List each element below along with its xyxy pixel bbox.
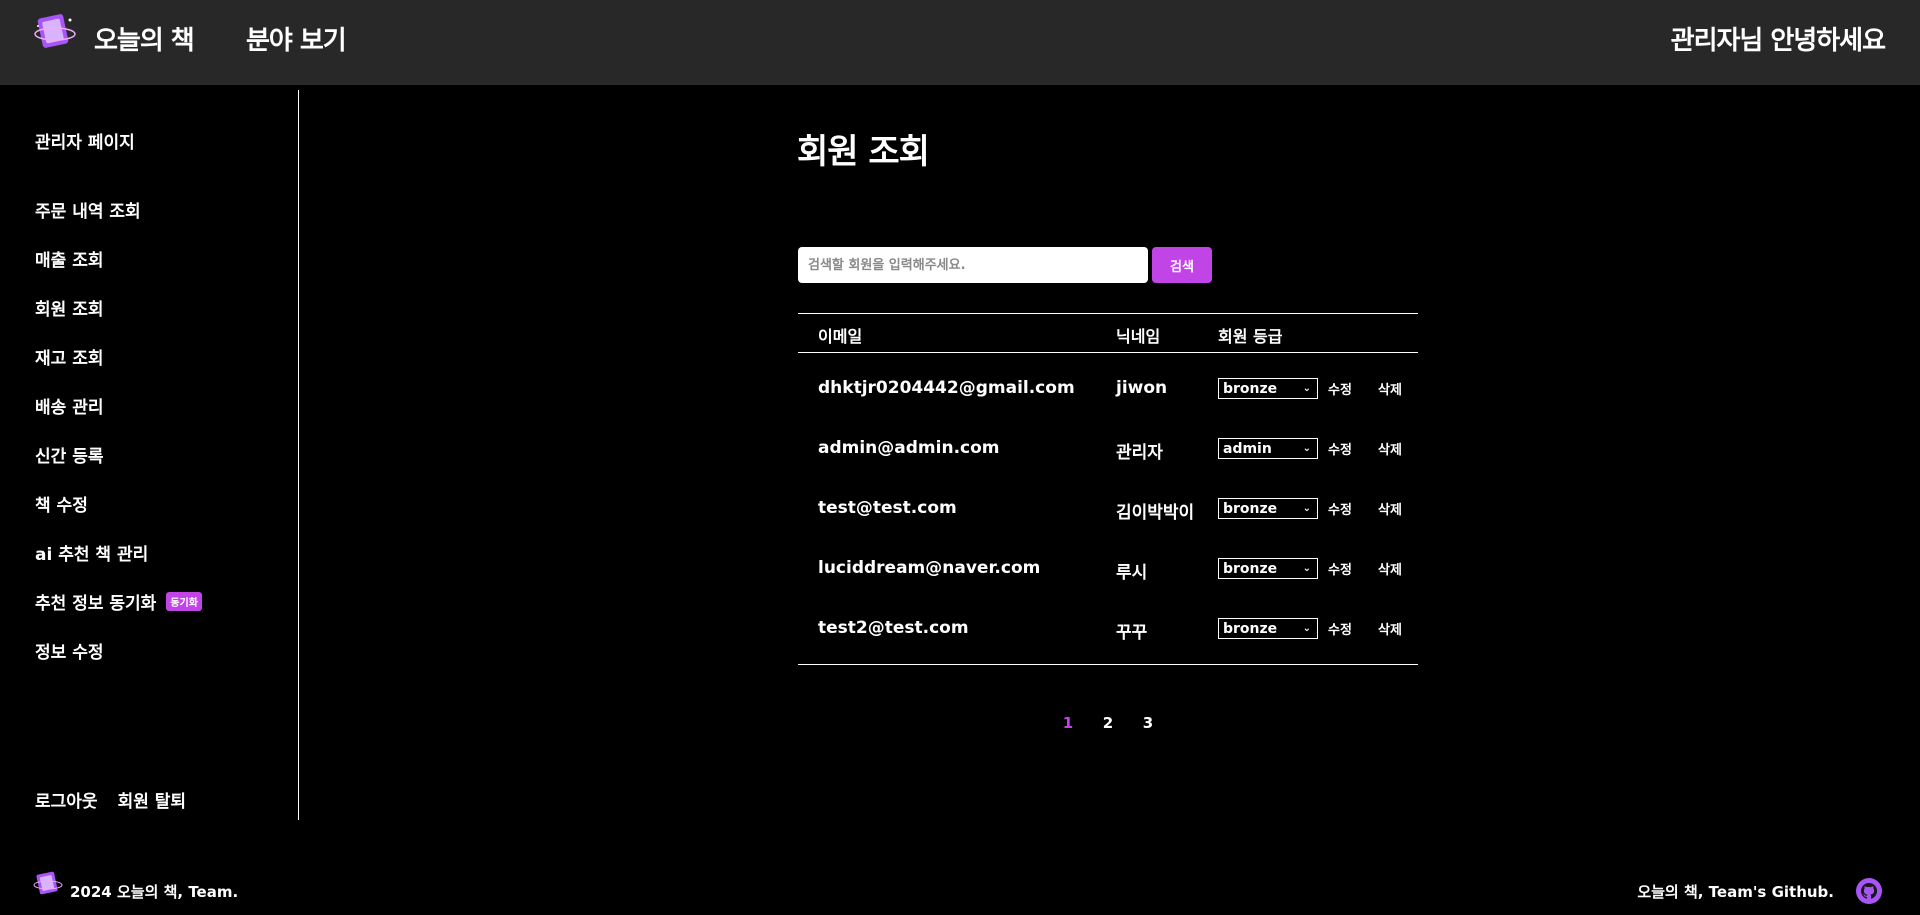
admin-sidebar: 관리자 페이지 주문 내역 조회 매출 조회 회원 조회 재고 조회 배송 관리… [0,90,299,820]
sidebar-item-orders[interactable]: 주문 내역 조회 [35,197,141,222]
member-email: test@test.com [818,498,957,518]
delete-button[interactable]: 삭제 [1378,499,1402,518]
sidebar-item-sales[interactable]: 매출 조회 [35,246,103,271]
grade-value: bronze [1223,380,1278,397]
sidebar-item-label: 배송 관리 [35,398,104,418]
header-grade: 회원 등급 [1218,327,1283,346]
page-1-link[interactable]: 1 [1060,714,1076,732]
chevron-down-icon: ⌄ [1302,383,1311,394]
sidebar-item-label: 재고 조회 [35,349,104,369]
delete-button[interactable]: 삭제 [1378,379,1402,398]
sidebar-item-new-book[interactable]: 신간 등록 [35,442,103,467]
table-row: test2@test.com 꾸꾸 bronze ⌄ 수정 삭제 [798,614,1418,644]
grade-value: bronze [1223,620,1278,637]
member-email: dhktjr0204442@gmail.com [818,378,1075,398]
grade-select[interactable]: bronze ⌄ [1218,378,1318,399]
grade-value: bronze [1223,500,1278,517]
footer-copyright: 2024 오늘의 책, Team. [70,883,239,901]
table-row: test@test.com 김이박박이 bronze ⌄ 수정 삭제 [798,494,1418,524]
sidebar-title: 관리자 페이지 [35,133,135,153]
logo-icon[interactable] [32,12,78,70]
sidebar-item-label: 회원 조회 [35,300,104,320]
sidebar-item-edit-book[interactable]: 책 수정 [35,491,88,516]
sidebar-account-links: 로그아웃 회원 탈퇴 [35,787,186,812]
member-email: luciddream@naver.com [818,558,1041,578]
member-nickname: 관리자 [1116,443,1163,463]
sidebar-item-inventory[interactable]: 재고 조회 [35,344,103,369]
sidebar-item-members[interactable]: 회원 조회 [35,295,103,320]
table-header: 이메일 닉네임 회원 등급 [798,314,1418,353]
sidebar-item-delivery[interactable]: 배송 관리 [35,393,103,418]
member-table: 이메일 닉네임 회원 등급 dhktjr0204442@gmail.com ji… [798,313,1418,665]
chevron-down-icon: ⌄ [1302,503,1311,514]
member-nickname: 루시 [1116,563,1148,583]
pagination: 1 2 3 [1060,714,1156,732]
admin-greeting: 관리자님 안녕하세요 [1670,26,1886,56]
page-title: 회원 조회 [797,132,930,172]
chevron-down-icon: ⌄ [1302,563,1311,574]
member-nickname: jiwon [1116,378,1168,398]
grade-value: admin [1223,440,1272,457]
sidebar-item-label: ai 추천 책 관리 [35,545,149,565]
sidebar-item-label: 정보 수정 [35,643,104,663]
table-row: dhktjr0204442@gmail.com jiwon bronze ⌄ 수정… [798,374,1418,404]
member-nickname: 김이박박이 [1116,503,1195,523]
edit-button[interactable]: 수정 [1328,439,1352,458]
github-icon[interactable] [1856,878,1882,904]
brand-title[interactable]: 오늘의 책 [94,20,195,57]
sidebar-item-label: 추천 정보 동기화 [35,594,157,614]
sync-badge[interactable]: 동기화 [166,592,202,611]
header-nickname: 닉네임 [1116,327,1161,346]
table-row: luciddream@naver.com 루시 bronze ⌄ 수정 삭제 [798,554,1418,584]
grade-value: bronze [1223,560,1278,577]
search-button[interactable]: 검색 [1152,247,1212,283]
chevron-down-icon: ⌄ [1302,443,1311,454]
grade-select[interactable]: bronze ⌄ [1218,558,1318,579]
page-3-link[interactable]: 3 [1140,714,1156,732]
withdraw-link[interactable]: 회원 탈퇴 [118,787,186,812]
sidebar-item-label: 매출 조회 [35,251,104,271]
member-email: test2@test.com [818,618,969,638]
nav-category-link[interactable]: 분야 보기 [246,20,347,57]
top-header: 오늘의 책 분야 보기 관리자님 안녕하세요 [0,0,1920,85]
member-email: admin@admin.com [818,438,1000,458]
sidebar-item-edit-info[interactable]: 정보 수정 [35,638,103,663]
table-row: admin@admin.com 관리자 admin ⌄ 수정 삭제 [798,434,1418,464]
header-email: 이메일 [818,327,863,346]
footer-github-link[interactable]: 오늘의 책, Team's Github. [1637,881,1834,902]
delete-button[interactable]: 삭제 [1378,439,1402,458]
delete-button[interactable]: 삭제 [1378,559,1402,578]
grade-select[interactable]: bronze ⌄ [1218,498,1318,519]
sidebar-item-ai-recommend[interactable]: ai 추천 책 관리 [35,540,148,565]
edit-button[interactable]: 수정 [1328,619,1352,638]
edit-button[interactable]: 수정 [1328,559,1352,578]
delete-button[interactable]: 삭제 [1378,619,1402,638]
sidebar-item-sync[interactable]: 추천 정보 동기화 동기화 [35,589,202,614]
edit-button[interactable]: 수정 [1328,499,1352,518]
edit-button[interactable]: 수정 [1328,379,1352,398]
page-2-link[interactable]: 2 [1100,714,1116,732]
logout-link[interactable]: 로그아웃 [35,787,98,812]
sidebar-item-label: 신간 등록 [35,447,104,467]
grade-select[interactable]: admin ⌄ [1218,438,1318,459]
grade-select[interactable]: bronze ⌄ [1218,618,1318,639]
sidebar-item-label: 주문 내역 조회 [35,202,141,222]
member-search-input[interactable] [798,247,1148,283]
member-nickname: 꾸꾸 [1116,623,1148,643]
chevron-down-icon: ⌄ [1302,623,1311,634]
sidebar-item-label: 책 수정 [35,496,88,516]
footer-logo-icon [33,871,63,895]
